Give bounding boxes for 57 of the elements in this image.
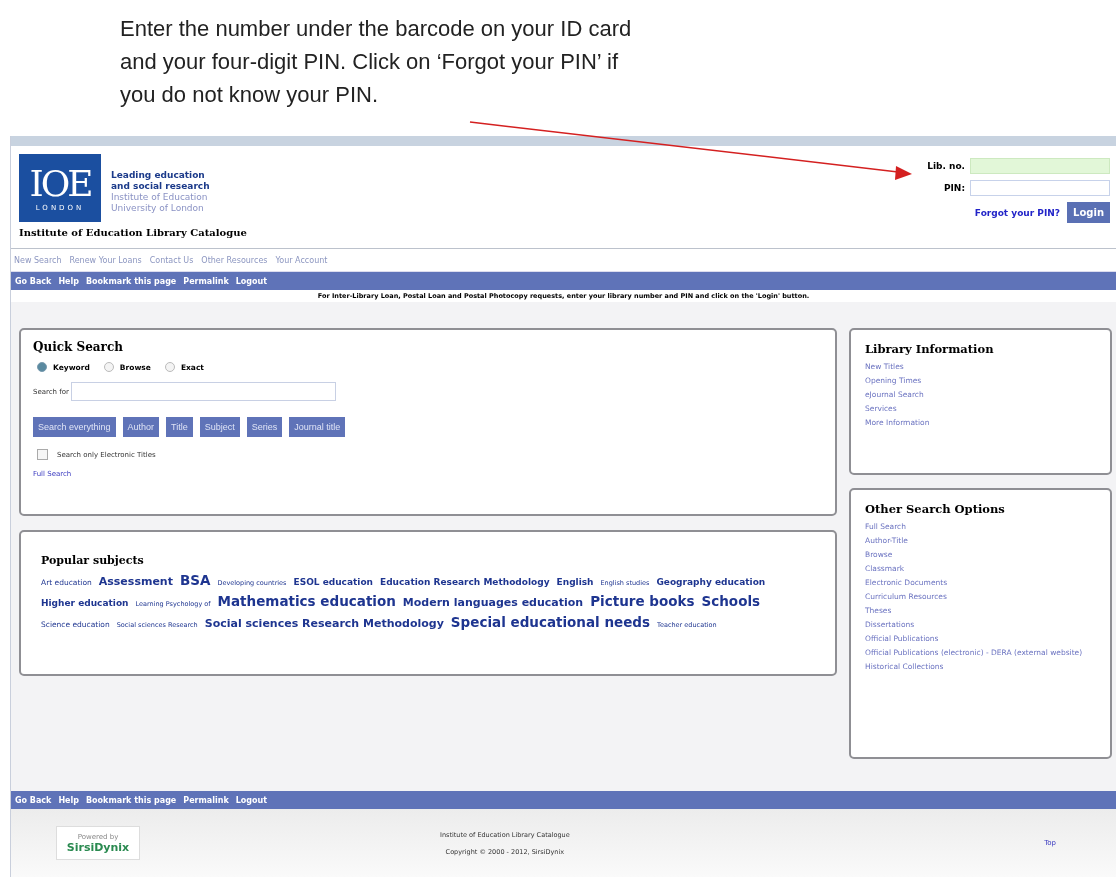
login-button[interactable]: Login [1067,202,1110,223]
tagline-text: and social research [111,181,210,192]
institution-text: Institute of Education [111,192,209,203]
action-link[interactable]: Bookmark this page [86,795,177,805]
subject-link[interactable]: Assessment [98,575,173,588]
lib-no-field[interactable] [970,158,1110,174]
action-link[interactable]: Help [58,795,79,805]
subject-link[interactable]: Picture books [590,593,695,609]
subject-link[interactable]: ESOL education [293,577,373,587]
subject-link[interactable]: Education Research Methodology [380,577,550,587]
nav-link[interactable]: Other Resources [201,255,268,265]
nav-link[interactable]: Your Account [275,255,328,265]
nav-link[interactable]: Renew Your Loans [69,255,142,265]
subject-link[interactable]: Geography education [656,577,766,587]
search-button[interactable]: Journal title [289,417,346,437]
nav-link[interactable]: New Search [14,255,62,265]
search-field[interactable] [70,382,336,401]
action-link[interactable]: Logout [235,795,268,805]
action-link[interactable]: Help [58,276,79,286]
radio-button[interactable] [164,362,175,372]
action-link[interactable]: Bookmark this page [86,276,177,286]
panel-title: Quick Search [33,340,123,354]
action-link[interactable]: Logout [235,276,268,286]
lib-no-label: Lib. no. [927,161,965,171]
subject-link[interactable]: Modern languages education [402,596,584,609]
action-link[interactable]: Permalink [183,795,229,805]
radio-button[interactable] [103,362,114,372]
search-button[interactable]: Series [246,417,283,437]
search-button[interactable]: Search everything [33,417,116,437]
pin-label: PIN: [943,183,965,193]
institution-text: University of London [111,203,205,214]
annotation-text: you do not know your PIN. [120,81,379,109]
action-link[interactable]: Go Back [15,276,52,286]
forgot-pin-link[interactable]: Forgot your PIN? [974,207,1061,218]
subject-link[interactable]: Higher education [41,598,129,608]
action-link[interactable]: Go Back [15,795,52,805]
search-button[interactable]: Author [122,417,160,437]
subject-link[interactable]: Social sciences Research Methodology [204,617,444,630]
action-link[interactable]: Permalink [183,276,229,286]
search-button[interactable]: Title [166,417,193,437]
annotation-text: and your four-digit PIN. Click on ‘Forgot your PIN’ if [120,48,619,76]
nav-link[interactable]: Contact Us [149,255,194,265]
radio-button[interactable] [37,362,47,372]
subject-link[interactable]: BSA [179,572,211,588]
pin-field[interactable] [970,180,1110,196]
panel-title: Library Information [865,342,994,356]
subject-link[interactable]: Schools [701,593,761,609]
subject-link[interactable]: Mathematics education [217,593,396,609]
annotation-text: Enter the number under the barcode on your ID card [120,15,632,43]
subject-link[interactable]: Special educational needs [450,614,651,630]
panel-title: Popular subjects [41,554,144,567]
subject-link[interactable]: English [556,577,594,587]
search-button[interactable]: Subject [199,417,240,437]
panel-title: Other Search Options [865,502,1005,516]
catalogue-title: Institute of Education Library Catalogue [19,227,247,238]
tagline-text: Leading education [111,170,206,181]
checkbox[interactable] [37,449,48,460]
